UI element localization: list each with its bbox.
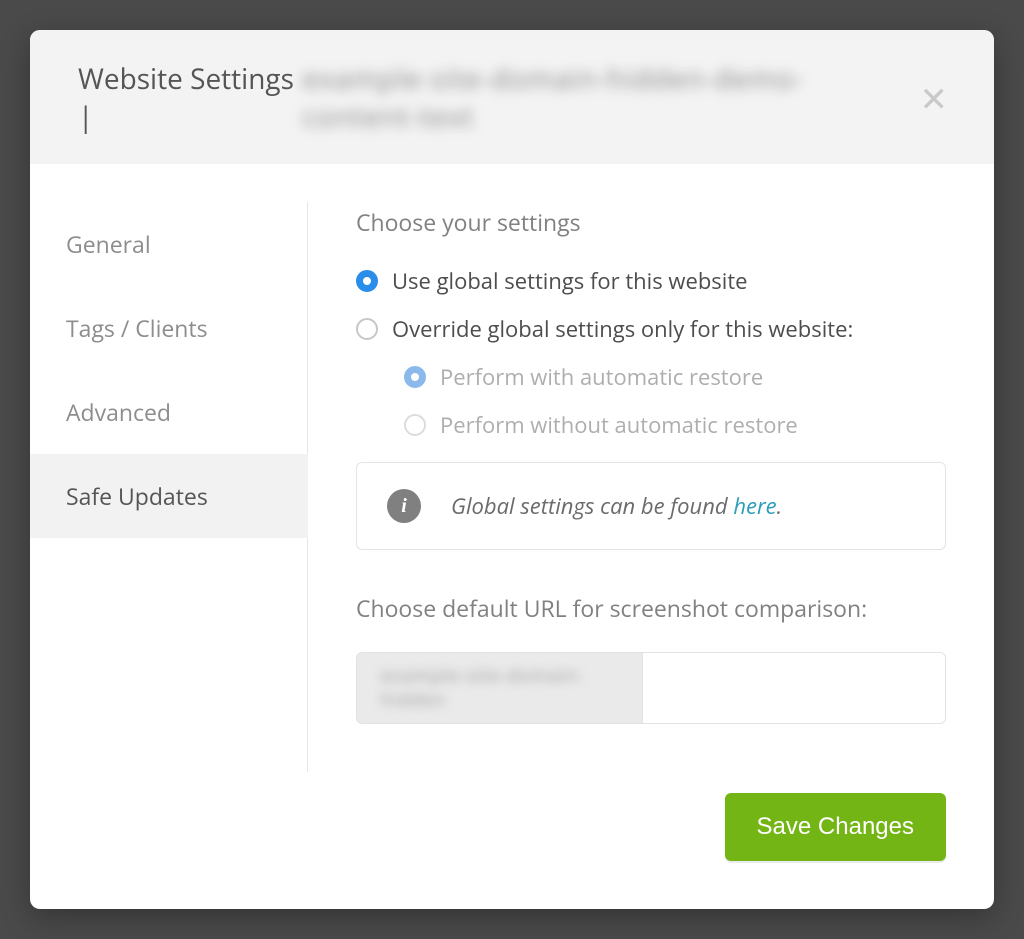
modal-body: General Tags / Clients Advanced Safe Upd… <box>30 164 994 793</box>
option-use-global-label: Use global settings for this website <box>392 266 748 296</box>
settings-sidebar: General Tags / Clients Advanced Safe Upd… <box>30 164 308 793</box>
choose-settings-heading: Choose your settings <box>356 206 946 238</box>
radio-icon <box>404 414 426 436</box>
url-prefix-text: example-site-domain-hidden <box>381 664 618 712</box>
radio-icon <box>356 318 378 340</box>
sidebar-item-safe-updates[interactable]: Safe Updates <box>30 454 308 538</box>
radio-icon <box>356 270 378 292</box>
info-text: Global settings can be found here. <box>451 491 782 521</box>
sub-option-without-restore[interactable]: Perform without automatic restore <box>404 410 946 440</box>
url-prefix: example-site-domain-hidden <box>357 653 643 723</box>
info-text-body: Global settings can be found <box>451 491 733 521</box>
screenshot-url-field: example-site-domain-hidden <box>356 652 946 724</box>
settings-modal: Website Settings | example-site-domain-h… <box>30 30 994 909</box>
close-icon[interactable]: ✕ <box>914 81 955 115</box>
radio-icon <box>404 366 426 388</box>
sub-option-with-restore[interactable]: Perform with automatic restore <box>404 362 946 392</box>
info-icon: i <box>387 489 421 523</box>
sub-option-with-restore-label: Perform with automatic restore <box>440 362 763 392</box>
modal-title: Website Settings | example-site-domain-h… <box>78 60 914 136</box>
url-path-input[interactable] <box>643 653 945 723</box>
settings-mode-group: Use global settings for this website Ove… <box>356 266 946 440</box>
sidebar-divider <box>30 538 308 772</box>
title-prefix: Website Settings | <box>78 60 295 136</box>
option-override-label: Override global settings only for this w… <box>392 314 853 344</box>
sidebar-item-advanced[interactable]: Advanced <box>30 370 308 454</box>
sidebar-item-general[interactable]: General <box>30 202 308 286</box>
global-settings-info: i Global settings can be found here. <box>356 462 946 550</box>
settings-content: Choose your settings Use global settings… <box>308 164 994 793</box>
info-text-period: . <box>777 491 783 521</box>
save-changes-button[interactable]: Save Changes <box>725 793 946 861</box>
title-site-name: example-site-domain-hidden-demo-content-… <box>303 60 914 136</box>
modal-header: Website Settings | example-site-domain-h… <box>30 30 994 164</box>
override-sub-options: Perform with automatic restore Perform w… <box>404 362 946 440</box>
global-settings-link[interactable]: here <box>733 491 776 521</box>
sub-option-without-restore-label: Perform without automatic restore <box>440 410 798 440</box>
sidebar-item-tags-clients[interactable]: Tags / Clients <box>30 286 308 370</box>
modal-footer: Save Changes <box>30 793 994 909</box>
option-use-global[interactable]: Use global settings for this website <box>356 266 946 296</box>
choose-url-heading: Choose default URL for screenshot compar… <box>356 592 946 624</box>
option-override[interactable]: Override global settings only for this w… <box>356 314 946 344</box>
